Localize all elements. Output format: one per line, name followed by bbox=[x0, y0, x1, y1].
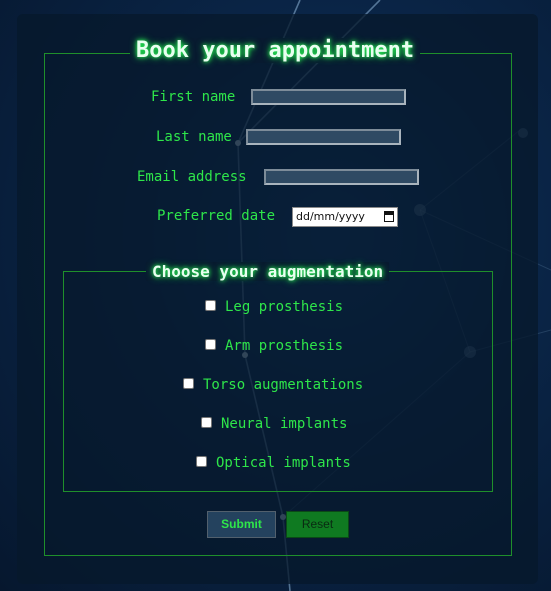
leg-prosthesis-label[interactable]: Leg prosthesis bbox=[225, 299, 343, 315]
optical-implants-label[interactable]: Optical implants bbox=[216, 455, 351, 471]
leg-prosthesis-checkbox[interactable] bbox=[205, 300, 216, 311]
calendar-icon[interactable] bbox=[384, 211, 394, 222]
optical-implants-checkbox[interactable] bbox=[196, 456, 207, 467]
form-title: Book your appointment bbox=[130, 38, 421, 63]
arm-prosthesis-label[interactable]: Arm prosthesis bbox=[225, 338, 343, 354]
augmentation-title: Choose your augmentation bbox=[146, 262, 390, 281]
submit-button[interactable]: Submit bbox=[207, 511, 276, 538]
neural-implants-checkbox[interactable] bbox=[201, 417, 212, 428]
preferred-date-label: Preferred date bbox=[157, 208, 276, 224]
email-input[interactable] bbox=[264, 169, 419, 185]
torso-augmentations-checkbox[interactable] bbox=[183, 378, 194, 389]
arm-prosthesis-checkbox[interactable] bbox=[205, 339, 216, 350]
date-placeholder: dd/mm/yyyy bbox=[296, 210, 365, 223]
email-label: Email address bbox=[137, 169, 247, 185]
preferred-date-input[interactable]: dd/mm/yyyy bbox=[292, 207, 398, 227]
reset-button[interactable]: Reset bbox=[286, 511, 349, 538]
neural-implants-label[interactable]: Neural implants bbox=[221, 416, 347, 432]
last-name-input[interactable] bbox=[246, 129, 401, 145]
torso-augmentations-label[interactable]: Torso augmentations bbox=[203, 377, 363, 393]
first-name-label: First name bbox=[151, 89, 236, 105]
first-name-input[interactable] bbox=[251, 89, 406, 105]
last-name-label: Last name bbox=[156, 129, 232, 145]
